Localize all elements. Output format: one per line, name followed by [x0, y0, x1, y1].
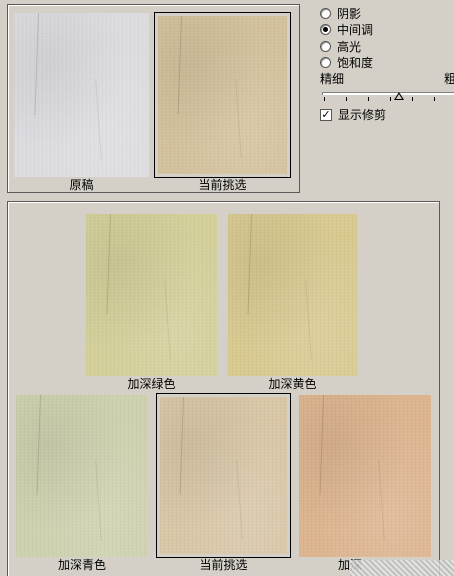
more-cyan-swatch	[16, 395, 148, 557]
current-pick-swatch-bottom	[160, 397, 287, 554]
radio-highlights-label: 高光	[337, 39, 362, 54]
show-clipping-checkbox-row[interactable]: ✓ 显示修剪	[320, 106, 386, 123]
current-pick-label-top: 当前挑选	[198, 178, 247, 192]
fineness-slider-thumb[interactable]	[393, 92, 404, 100]
show-clipping-label: 显示修剪	[338, 108, 387, 122]
radio-midtones[interactable]: 中间调	[320, 21, 373, 37]
radio-midtones-button[interactable]	[320, 23, 331, 35]
more-yellow-swatch	[228, 214, 357, 376]
current-pick-swatch-top	[158, 16, 287, 174]
current-pick-thumbnail-bottom[interactable]	[156, 393, 291, 558]
radio-saturation-label: 饱和度	[337, 55, 374, 70]
slider-tick	[434, 97, 435, 101]
slider-tick	[390, 97, 391, 101]
radio-shadows-label: 阴影	[337, 6, 362, 21]
original-swatch	[14, 13, 149, 177]
radio-highlights-button[interactable]	[320, 40, 331, 52]
radio-shadows[interactable]: 阴影	[320, 5, 361, 21]
slider-tick	[412, 97, 413, 101]
radio-midtones-label: 中间调	[337, 22, 374, 37]
fineness-slider-track[interactable]	[322, 92, 454, 95]
fine-label: 精细	[320, 72, 345, 86]
radio-saturation[interactable]: 饱和度	[320, 54, 373, 70]
more-red-thumbnail[interactable]	[299, 395, 431, 557]
more-red-swatch	[299, 395, 431, 557]
more-yellow-label: 加深黄色	[268, 377, 317, 391]
current-pick-label-bottom: 当前挑选	[199, 558, 248, 572]
more-yellow-thumbnail[interactable]	[228, 214, 357, 376]
more-cyan-label: 加深青色	[57, 558, 106, 572]
more-green-thumbnail[interactable]	[86, 214, 217, 376]
current-pick-thumbnail-top[interactable]	[154, 12, 291, 178]
slider-tick	[346, 97, 347, 101]
slider-tick	[368, 97, 369, 101]
radio-highlights[interactable]: 高光	[320, 38, 361, 54]
more-green-label: 加深绿色	[127, 377, 176, 391]
radio-shadows-button[interactable]	[320, 7, 331, 19]
show-clipping-checkbox[interactable]: ✓	[320, 108, 332, 121]
corner-overlay	[350, 560, 454, 576]
more-cyan-thumbnail[interactable]	[16, 395, 148, 557]
original-thumbnail	[14, 13, 149, 177]
slider-tick	[324, 97, 325, 101]
radio-saturation-button[interactable]	[320, 56, 331, 68]
coarse-label: 粗	[444, 72, 454, 86]
original-label: 原稿	[69, 178, 94, 192]
more-green-swatch	[86, 214, 217, 376]
